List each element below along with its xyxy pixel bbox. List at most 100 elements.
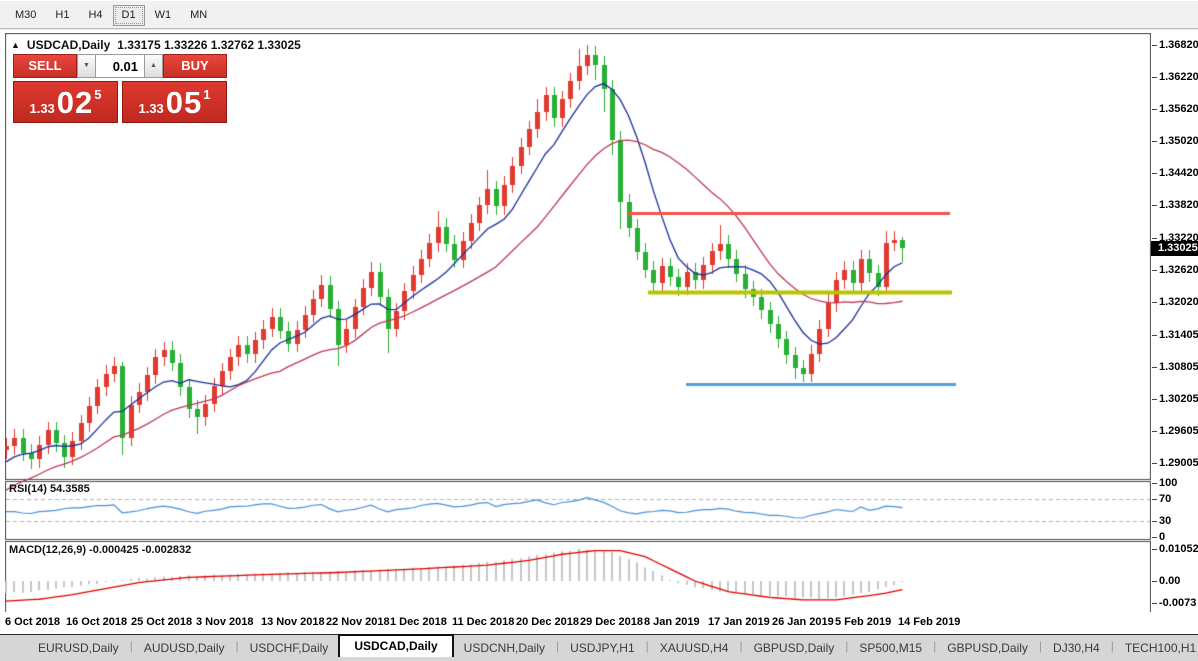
price-axis-label: 1.30205 (1159, 393, 1198, 406)
rsi-axis-label: 100 (1159, 477, 1177, 490)
tab-gbpusd-daily[interactable]: GBPUSD,Daily (937, 638, 1038, 657)
timeframe-button-d1[interactable]: D1 (113, 5, 145, 26)
timeframe-button-h4[interactable]: H4 (79, 5, 111, 26)
tab-usdjpy-h1[interactable]: USDJPY,H1 (560, 638, 644, 657)
axis-tick (1152, 537, 1157, 538)
rsi-indicator-label: RSI(14) 54.3585 (9, 483, 90, 495)
chart-tabs: EURUSD,Daily|AUDUSD,Daily|USDCHF,DailyUS… (0, 635, 1198, 657)
tab-usdcad-daily[interactable]: USDCAD,Daily (338, 634, 453, 657)
price-axis-label: 1.29605 (1159, 425, 1198, 438)
price-axis-label: 1.30805 (1159, 361, 1198, 374)
date-axis-label: 16 Oct 2018 (66, 616, 127, 628)
axis-tick (1152, 141, 1157, 142)
axis-tick (1152, 521, 1157, 522)
axis-tick (1152, 77, 1157, 78)
tab-xauusd-h4[interactable]: XAUUSD,H4 (650, 638, 739, 657)
rsi-axis-label: 70 (1159, 493, 1171, 506)
chevron-down-icon: ▼ (83, 62, 90, 69)
buy-price-big-digits: 05 (166, 87, 202, 118)
buy-price-display[interactable]: 1.33 05 1 (122, 81, 227, 123)
date-axis-label: 20 Dec 2018 (516, 616, 579, 628)
macd-indicator-label: MACD(12,26,9) -0.000425 -0.002832 (9, 544, 191, 556)
tab-usdcnh-daily[interactable]: USDCNH,Daily (454, 638, 555, 657)
date-axis-label: 14 Feb 2019 (898, 616, 960, 628)
buy-price-pip-digit: 1 (203, 87, 210, 102)
timeframe-toolbar: M30H1H4D1W1MN (0, 0, 1198, 30)
tab-audusd-daily[interactable]: AUDUSD,Daily (134, 638, 235, 657)
rsi-axis-label: 30 (1159, 515, 1171, 528)
axis-tick (1152, 499, 1157, 500)
axis-tick (1152, 302, 1157, 303)
sell-price-big-digits: 02 (57, 87, 93, 118)
date-axis-label: 22 Nov 2018 (326, 616, 390, 628)
chart-tab-bar: EURUSD,Daily|AUDUSD,Daily|USDCHF,DailyUS… (0, 634, 1198, 661)
axis-tick (1152, 549, 1157, 550)
tab-tech100-h1[interactable]: TECH100,H1 (1115, 638, 1198, 657)
axis-tick (1152, 109, 1157, 110)
axis-tick (1152, 335, 1157, 336)
sell-button[interactable]: SELL (13, 54, 77, 78)
timeframe-buttons: M30H1H4D1W1MN (0, 1, 1198, 30)
buy-price-prefix: 1.33 (138, 101, 163, 116)
chart-ohlc-values: 1.33175 1.33226 1.32762 1.33025 (117, 38, 301, 52)
macd-axis-label: 0.00 (1159, 575, 1180, 588)
price-axis-label: 1.34420 (1159, 167, 1198, 180)
volume-decrease-button[interactable]: ▼ (77, 54, 96, 78)
price-axis-label: 1.33220 (1159, 232, 1198, 245)
price-axis-label: 1.32020 (1159, 296, 1198, 309)
price-axis-label: 1.36820 (1159, 39, 1198, 52)
timeframe-button-mn[interactable]: MN (181, 5, 216, 26)
timeframe-button-h1[interactable]: H1 (46, 5, 78, 26)
axis-tick (1152, 205, 1157, 206)
axis-tick (1152, 581, 1157, 582)
axis-tick (1152, 603, 1157, 604)
date-axis-label: 1 Dec 2018 (390, 616, 447, 628)
date-axis-label: 17 Jan 2019 (708, 616, 770, 628)
chart-window: ▲ USDCAD,Daily 1.33175 1.33226 1.32762 1… (5, 33, 1194, 633)
price-axis-label: 1.35620 (1159, 103, 1198, 116)
tab-gbpusd-daily[interactable]: GBPUSD,Daily (744, 638, 845, 657)
axis-tick (1152, 463, 1157, 464)
axis-tick (1152, 431, 1157, 432)
date-axis-label: 25 Oct 2018 (131, 616, 192, 628)
volume-increase-button[interactable]: ▲ (144, 54, 163, 78)
date-axis-label: 26 Jan 2019 (772, 616, 834, 628)
tab-usdchf-daily[interactable]: USDCHF,Daily (240, 638, 339, 657)
price-axis-label: 1.33820 (1159, 199, 1198, 212)
tab-sp500-m15[interactable]: SP500,M15 (849, 638, 932, 657)
axis-tick (1152, 173, 1157, 174)
tab-dj30-h4[interactable]: DJ30,H4 (1043, 638, 1110, 657)
one-click-trading-panel: SELL ▼ ▲ BUY 1.33 02 5 1.33 05 (13, 54, 227, 123)
date-axis-label: 11 Dec 2018 (452, 616, 514, 628)
date-axis-label: 6 Oct 2018 (5, 616, 60, 628)
date-axis-label: 29 Dec 2018 (580, 616, 643, 628)
date-axis-label: 3 Nov 2018 (196, 616, 253, 628)
sell-price-display[interactable]: 1.33 02 5 (13, 81, 118, 123)
volume-input[interactable] (96, 54, 144, 78)
chart-symbol-label: USDCAD,Daily (27, 38, 110, 52)
chart-title: ▲ USDCAD,Daily 1.33175 1.33226 1.32762 1… (11, 38, 301, 52)
axis-tick (1152, 238, 1157, 239)
date-axis-label: 8 Jan 2019 (644, 616, 700, 628)
mt4-window: M30H1H4D1W1MN ▲ USDCAD,Daily 1.33175 1.3… (0, 0, 1198, 661)
timeframe-button-m30[interactable]: M30 (6, 5, 45, 26)
buy-button[interactable]: BUY (163, 54, 227, 78)
price-axis[interactable]: 1.33025 1.368201.362201.356201.350201.34… (1151, 33, 1198, 612)
timeframe-button-w1[interactable]: W1 (146, 5, 181, 26)
date-axis[interactable]: 6 Oct 2018 16 Oct 2018 25 Oct 2018 3 Nov 20… (5, 612, 1194, 633)
axis-tick (1152, 45, 1157, 46)
price-axis-label: 1.29005 (1159, 457, 1198, 470)
price-axis-label: 1.36220 (1159, 71, 1198, 84)
tab-eurusd-daily[interactable]: EURUSD,Daily (28, 638, 129, 657)
collapse-arrow-icon[interactable]: ▲ (11, 40, 20, 50)
sell-price-pip-digit: 5 (94, 87, 101, 102)
price-axis-label: 1.31405 (1159, 329, 1198, 342)
macd-axis-label: 0.010525 (1159, 543, 1198, 556)
date-axis-label: 13 Nov 2018 (261, 616, 325, 628)
sell-price-prefix: 1.33 (29, 101, 54, 116)
price-axis-label: 1.35020 (1159, 135, 1198, 148)
chevron-up-icon: ▲ (150, 62, 157, 69)
axis-tick (1152, 270, 1157, 271)
macd-axis-label: -0.0073 (1159, 597, 1196, 610)
axis-tick (1152, 367, 1157, 368)
